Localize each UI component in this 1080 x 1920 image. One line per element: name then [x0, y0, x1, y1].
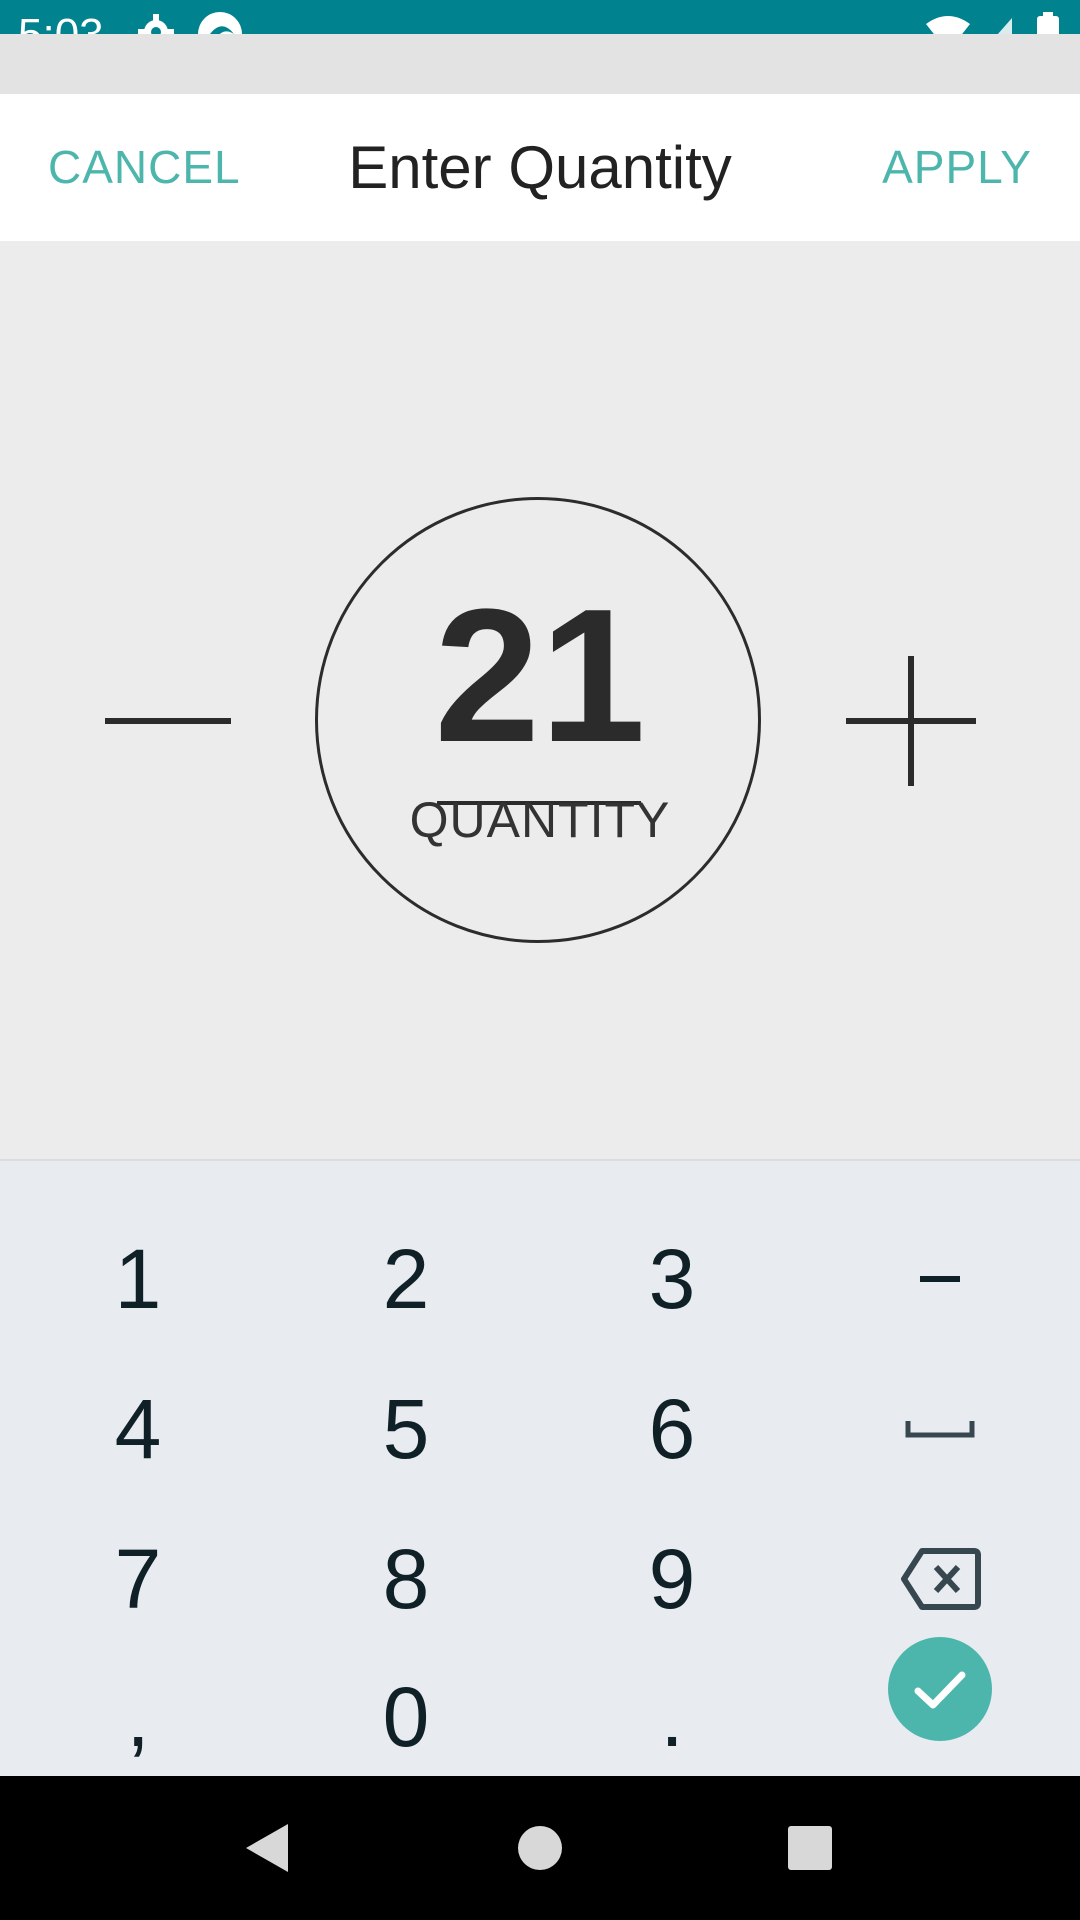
key-7[interactable]: 7: [38, 1509, 238, 1649]
increment-button[interactable]: [841, 651, 981, 791]
minus-key-icon: [920, 1276, 960, 1282]
key-9[interactable]: 9: [572, 1509, 772, 1649]
back-icon: [246, 1824, 288, 1872]
space-key-icon: [905, 1421, 975, 1438]
home-icon: [518, 1826, 562, 1870]
check-icon: [914, 1671, 966, 1709]
backspace-key[interactable]: [870, 1509, 1010, 1649]
recents-icon: [788, 1826, 832, 1870]
home-button[interactable]: [510, 1818, 570, 1878]
key-3[interactable]: 3: [572, 1209, 772, 1349]
key-period[interactable]: .: [572, 1647, 772, 1787]
key-4[interactable]: 4: [38, 1359, 238, 1499]
key-comma[interactable]: ,: [38, 1647, 238, 1787]
numeric-keypad: 1 2 3 4 5 6 7 8 9 , 0 .: [0, 1159, 1080, 1776]
dialog-header: Enter Quantity CANCEL APPLY: [0, 94, 1080, 241]
status-bar: 5:03: [0, 0, 1080, 59]
done-key[interactable]: [888, 1637, 992, 1741]
cancel-button[interactable]: CANCEL: [48, 94, 241, 241]
navigation-bar: [0, 1776, 1080, 1920]
quantity-stepper: 21 QUANTITY: [0, 241, 1080, 1159]
recents-button[interactable]: [780, 1818, 840, 1878]
key-5[interactable]: 5: [306, 1359, 506, 1499]
key-0[interactable]: 0: [306, 1647, 506, 1787]
plus-icon: [846, 656, 976, 786]
apply-button[interactable]: APPLY: [882, 94, 1032, 241]
back-button[interactable]: [238, 1818, 298, 1878]
quantity-label: QUANTITY: [409, 792, 671, 848]
key-8[interactable]: 8: [306, 1509, 506, 1649]
minus-key[interactable]: [870, 1209, 1010, 1349]
key-2[interactable]: 2: [306, 1209, 506, 1349]
background-app-strip: [0, 34, 1080, 94]
space-key[interactable]: [870, 1359, 1010, 1499]
key-1[interactable]: 1: [38, 1209, 238, 1349]
key-6[interactable]: 6: [572, 1359, 772, 1499]
backspace-icon: [901, 1548, 981, 1610]
